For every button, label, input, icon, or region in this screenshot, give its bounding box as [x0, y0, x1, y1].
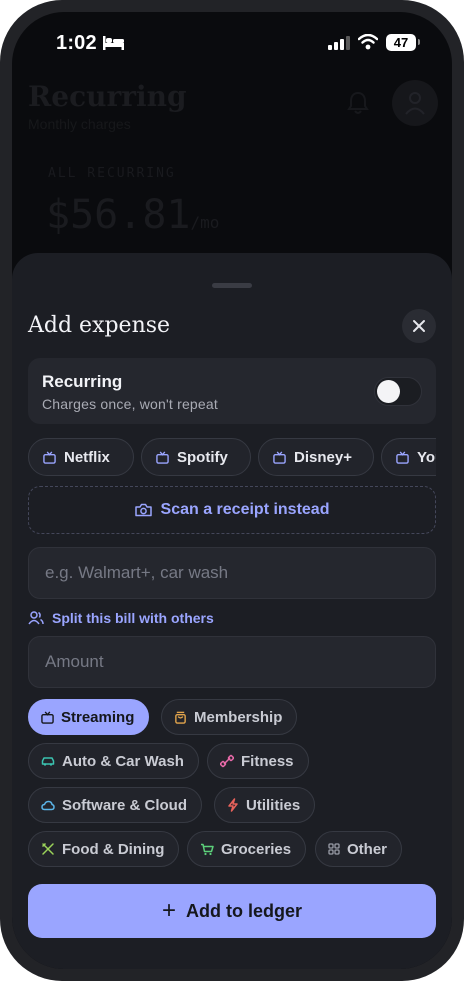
- preset-label: Spotify: [177, 448, 228, 466]
- phone-frame: Recurring Monthly charges ALL RECURRING …: [0, 0, 464, 981]
- preset-label: YouTube: [417, 448, 436, 466]
- dumbbell-icon: [220, 754, 234, 768]
- preset-netflix[interactable]: Netflix: [28, 438, 134, 476]
- add-to-ledger-label: Add to ledger: [186, 900, 302, 921]
- camera-icon: [134, 503, 152, 517]
- plus-icon: +: [161, 897, 176, 924]
- utensils-icon: [41, 842, 54, 855]
- preset-spotify[interactable]: Spotify: [141, 438, 251, 476]
- recurring-title: Recurring: [42, 372, 123, 391]
- status-time: 1:02: [56, 32, 97, 54]
- add-expense-sheet: Add expense Recurring Charges once, won'…: [12, 253, 452, 969]
- toggle-knob: [377, 380, 400, 403]
- category-food-dining[interactable]: Food & Dining: [28, 831, 180, 867]
- category-label: Utilities: [246, 796, 301, 814]
- split-bill-label: Split this bill with others: [52, 610, 214, 626]
- category-label: Food & Dining: [62, 840, 165, 858]
- summary-amount-unit: /mo: [190, 213, 220, 232]
- bag-icon: [175, 711, 186, 724]
- category-label: Auto & Car Wash: [62, 752, 184, 770]
- amount-input[interactable]: Amount: [28, 636, 436, 688]
- tv-icon: [43, 450, 56, 464]
- preset-youtube[interactable]: YouTube: [381, 438, 436, 476]
- page-title: Recurring: [28, 80, 187, 113]
- category-label: Other: [347, 840, 388, 858]
- category-utilities[interactable]: Utilities: [214, 787, 316, 823]
- grid-icon: [328, 843, 340, 855]
- recurring-subtitle: Charges once, won't repeat: [42, 396, 218, 412]
- users-icon: [28, 611, 44, 625]
- category-fitness[interactable]: Fitness: [207, 743, 309, 779]
- scan-receipt-label: Scan a receipt instead: [160, 501, 330, 518]
- recurring-toggle[interactable]: [374, 377, 422, 406]
- category-label: Streaming: [61, 708, 135, 726]
- preset-label: Netflix: [64, 448, 110, 466]
- summary-amount-value: $56.81: [46, 192, 191, 238]
- preset-row: Netflix Spotify Disney+ YouTube: [28, 438, 436, 478]
- close-button[interactable]: [402, 309, 436, 343]
- category-software-cloud[interactable]: Software & Cloud: [28, 787, 203, 823]
- close-icon: [413, 320, 425, 332]
- wifi-icon: [358, 34, 378, 50]
- status-bar: 1:02 47: [12, 12, 452, 72]
- category-label: Software & Cloud: [62, 796, 188, 814]
- scan-receipt-button[interactable]: Scan a receipt instead: [28, 486, 436, 534]
- page-subtitle: Monthly charges: [28, 116, 131, 132]
- battery-cap: [418, 39, 420, 45]
- bolt-icon: [228, 798, 238, 812]
- person-icon: [405, 92, 425, 115]
- category-streaming[interactable]: Streaming: [28, 699, 150, 735]
- category-label: Membership: [194, 708, 283, 726]
- avatar: [392, 80, 438, 126]
- summary-amount: $56.81/mo: [46, 192, 219, 238]
- category-label: Fitness: [241, 752, 294, 770]
- battery-level: 47: [386, 34, 416, 51]
- sleep-bed-icon: [103, 36, 124, 50]
- cellular-signal-icon: [328, 36, 350, 50]
- screen: Recurring Monthly charges ALL RECURRING …: [12, 12, 452, 969]
- preset-label: Disney+: [294, 448, 352, 466]
- tv-icon: [396, 450, 409, 464]
- merchant-input[interactable]: e.g. Walmart+, car wash: [28, 547, 436, 599]
- sheet-title: Add expense: [28, 313, 171, 338]
- tv-icon: [273, 450, 286, 464]
- category-auto-car-wash[interactable]: Auto & Car Wash: [28, 743, 199, 779]
- split-bill-link[interactable]: Split this bill with others: [28, 610, 214, 626]
- cloud-icon: [41, 800, 55, 810]
- sheet-grabber[interactable]: [212, 283, 252, 288]
- preset-disney[interactable]: Disney+: [258, 438, 374, 476]
- summary-label: ALL RECURRING: [48, 166, 176, 181]
- category-groceries[interactable]: Groceries: [187, 831, 307, 867]
- tv-icon: [156, 450, 169, 464]
- recurring-toggle-card: Recurring Charges once, won't repeat: [28, 358, 436, 424]
- category-label: Groceries: [221, 840, 292, 858]
- car-icon: [41, 757, 55, 766]
- category-membership[interactable]: Membership: [161, 699, 298, 735]
- category-other[interactable]: Other: [315, 831, 403, 867]
- cart-icon: [201, 843, 214, 855]
- tv-icon: [41, 710, 54, 724]
- add-to-ledger-button[interactable]: + Add to ledger: [28, 884, 436, 938]
- bell-icon: [347, 91, 369, 114]
